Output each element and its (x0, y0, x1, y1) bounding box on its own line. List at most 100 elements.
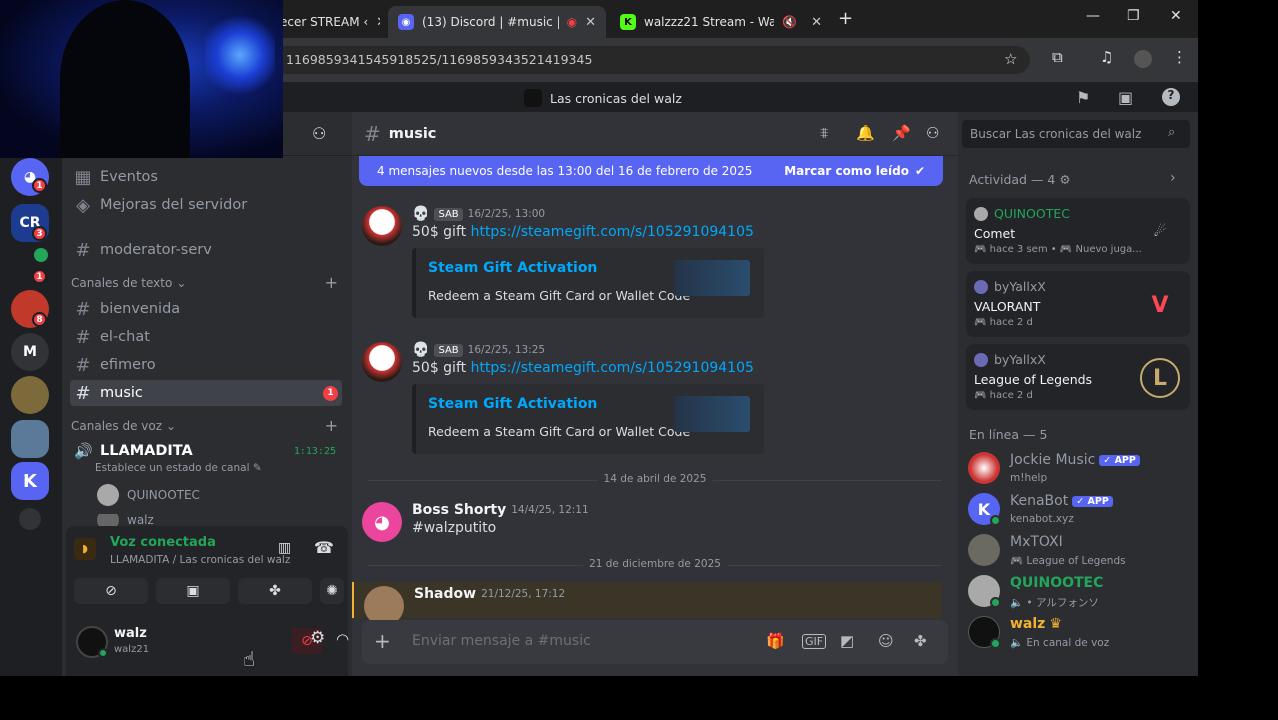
server-icon[interactable]: M (11, 333, 49, 371)
voice-location[interactable]: LLAMADITA / Las cronicas del walz (110, 554, 290, 566)
activity-card[interactable]: QUINOOTEC Comet 🎮 hace 3 sem • 🎮 Nuevo j… (966, 198, 1190, 264)
new-messages-text: 4 mensajes nuevos desde las 13:00 del 16… (377, 164, 753, 178)
add-attachment-icon[interactable]: + (374, 629, 391, 653)
add-channel-icon[interactable]: + (325, 273, 338, 292)
avatar[interactable] (362, 206, 402, 246)
voice-user[interactable]: walz (97, 514, 154, 526)
server-boosts-item[interactable]: ◈ Mejoras del servidor (70, 192, 342, 218)
threads-icon[interactable]: ⩨ (820, 124, 828, 142)
message-author[interactable]: Shadow 21/12/25, 17:12 (414, 586, 565, 602)
channel-status[interactable]: Establece un estado de canal ✎ (95, 462, 262, 474)
discord-default-avatar-icon[interactable]: ◕ (362, 502, 402, 542)
embed-title[interactable]: Steam Gift Activation (428, 260, 597, 276)
search-input[interactable]: Buscar Las cronicas del walz (962, 120, 1190, 148)
add-channel-icon[interactable]: + (325, 416, 338, 435)
member-item[interactable]: Jockie Music ✓ APP m!help (968, 448, 1188, 488)
message-author[interactable]: Boss Shorty 14/4/25, 12:11 (412, 502, 589, 518)
server-icon[interactable] (19, 508, 41, 530)
streamer-silhouette (60, 0, 190, 158)
extensions-icon[interactable]: ⧉ (1052, 48, 1063, 66)
voice-status[interactable]: Voz conectada (110, 535, 216, 550)
signal-icon[interactable]: ◗ (74, 538, 96, 560)
activity-card[interactable]: byYallxX VALORANT 🎮 hace 2 d V (966, 271, 1190, 337)
embed-title[interactable]: Steam Gift Activation (428, 396, 597, 412)
browser-tab[interactable]: K walzzz21 Stream - Watch Li 🔇 ✕ (610, 6, 832, 38)
pin-icon[interactable]: 📌 (892, 124, 911, 142)
steam-thumbnail[interactable] (674, 396, 750, 432)
gear-icon[interactable]: ⚙ (1059, 172, 1070, 187)
close-window-icon[interactable]: ✕ (1170, 8, 1182, 24)
server-icon[interactable]: K (11, 462, 49, 500)
close-icon[interactable]: ✕ (811, 15, 822, 30)
controller-icon: 🎮 (974, 317, 990, 328)
screen-share-icon: ▣ (186, 583, 200, 599)
apps-icon[interactable]: ✤ (914, 632, 927, 650)
sticker-icon[interactable]: ◩ (840, 632, 854, 650)
disconnect-icon[interactable]: ☎ (314, 538, 334, 557)
screen-share-button[interactable]: ▣ (156, 578, 230, 604)
media-icon[interactable]: ♫ (1100, 48, 1113, 66)
server-icon[interactable] (11, 420, 49, 458)
steam-thumbnail[interactable] (674, 260, 750, 296)
new-messages-bar[interactable]: 4 mensajes nuevos desde las 13:00 del 16… (359, 156, 943, 186)
activities-button[interactable]: ✤ (238, 578, 312, 604)
category-voice[interactable]: Canales de voz ⌄ (71, 419, 176, 433)
message-author[interactable]: 💀 SAB 16/2/25, 13:00 (412, 206, 545, 222)
gear-icon[interactable]: ⚙ (310, 628, 325, 648)
maximize-icon[interactable]: ❐ (1127, 8, 1140, 24)
member-item[interactable]: K KenaBot ✓ APP kenabot.xyz (968, 489, 1188, 529)
profile-icon[interactable] (1134, 50, 1152, 68)
members-icon[interactable]: ⚇ (926, 124, 939, 142)
browser-tab[interactable]: ecer STREAM ‹ ✕ (270, 6, 380, 38)
category-text[interactable]: Canales de texto ⌄ (71, 276, 186, 290)
headphones-icon[interactable]: ◠ (336, 630, 349, 648)
username[interactable]: walz (114, 626, 147, 641)
browser-tab-active[interactable]: ◉ (13) Discord | #music | Las ◉ ✕ (388, 6, 606, 38)
channel-efimero[interactable]: # efimero (70, 352, 342, 378)
url-field[interactable]: 1169859341545918525/1169859343521419345 (270, 46, 1030, 74)
chevron-right-icon[interactable]: › (1170, 170, 1176, 186)
mark-read-button[interactable]: Marcar como leído (784, 164, 909, 178)
channel-music[interactable]: # music 1 (70, 380, 342, 406)
server-icon[interactable] (11, 376, 49, 414)
channel-bienvenida[interactable]: # bienvenida (70, 296, 342, 322)
close-icon[interactable]: ✕ (585, 15, 596, 30)
activity-card[interactable]: byYallxX League of Legends 🎮 hace 2 d L (966, 344, 1190, 410)
comet-logo-icon: ☄ (1153, 224, 1167, 240)
member-item[interactable]: MxTOXI 🎮 League of Legends (968, 530, 1188, 570)
add-member-icon[interactable]: ⚇ (312, 124, 326, 143)
menu-icon[interactable]: ⋮ (1172, 48, 1187, 66)
channel-moderator[interactable]: # moderator-serv (70, 237, 342, 263)
minimize-icon[interactable]: — (1086, 8, 1100, 24)
message-text: 50$ gift https://steamegift.com/s/105291… (412, 360, 754, 376)
message-link[interactable]: https://steamegift.com/s/105291094105 (471, 360, 754, 376)
inbox-flag-icon[interactable]: ⚑ (1076, 88, 1090, 107)
new-tab-icon[interactable]: + (838, 8, 853, 29)
message-input[interactable]: Enviar mensaje a #music (412, 633, 591, 649)
camera-off-icon: ⊘ (105, 583, 117, 599)
member-item[interactable]: QUINOOTEC 🔈 • アルフォンソ (968, 571, 1188, 611)
gif-icon[interactable]: GIF (802, 634, 827, 649)
events-item[interactable]: ▦ Eventos (70, 164, 342, 190)
camera-off-button[interactable]: ⊘ (74, 578, 148, 604)
member-item[interactable]: walz ♛ 🔈 En canal de voz (968, 612, 1188, 652)
star-icon[interactable]: ☆ (1004, 50, 1017, 68)
bell-icon[interactable]: 🔔 (856, 124, 875, 142)
voice-channel-llamadita[interactable]: 🔊 LLAMADITA 1:13:25 (70, 438, 342, 464)
avatar[interactable] (362, 342, 402, 382)
gift-icon[interactable]: 🎁 (766, 632, 785, 650)
close-icon[interactable]: ✕ (376, 15, 380, 30)
help-icon[interactable]: ? (1162, 88, 1180, 106)
voice-user[interactable]: QUINOOTEC (97, 484, 200, 506)
message-author[interactable]: 💀 SAB 16/2/25, 13:25 (412, 342, 545, 358)
channel-el-chat[interactable]: # el-chat (70, 324, 342, 350)
channel-title: music (388, 125, 437, 142)
soundboard-button[interactable]: ✺ (320, 578, 344, 604)
muted-icon[interactable]: 🔇 (782, 15, 797, 29)
noise-suppression-icon[interactable]: ▥ (278, 540, 291, 556)
screen-share-icon[interactable]: ▣ (1118, 88, 1133, 107)
message-link[interactable]: https://steamegift.com/s/105291094105 (471, 224, 754, 240)
activity-user: byYallxX (974, 279, 1046, 294)
emoji-icon[interactable]: ☺ (878, 632, 894, 650)
message-composer[interactable]: + Enviar mensaje a #music 🎁 GIF ◩ ☺ ✤ (362, 620, 948, 664)
